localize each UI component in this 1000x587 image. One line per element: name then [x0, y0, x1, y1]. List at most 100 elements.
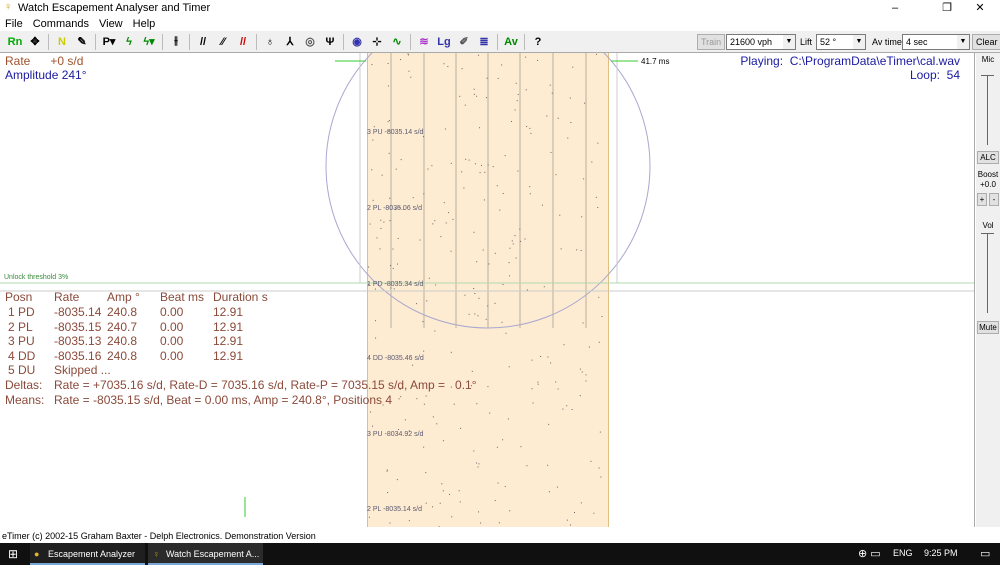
trace-dot	[463, 187, 465, 189]
minimize-button[interactable]: –	[880, 0, 910, 16]
trace-dot	[510, 120, 512, 122]
taskbar-item-etimer[interactable]: ♀ Watch Escapement A...	[148, 543, 263, 565]
trace-dot	[583, 178, 585, 180]
notification-icon[interactable]: ▭	[980, 547, 990, 560]
trace-dot	[398, 398, 400, 400]
trace-dot	[375, 337, 377, 339]
trace-dot	[598, 467, 600, 469]
lift-select[interactable]: 52 ° ▼	[816, 34, 866, 50]
fork-icon[interactable]: Ψ	[321, 33, 339, 51]
trace-dot	[389, 220, 391, 222]
clock[interactable]: 9:25 PM	[924, 548, 958, 558]
filter-icon[interactable]: ϟ	[120, 33, 138, 51]
mic-icon[interactable]: ♁	[261, 33, 279, 51]
table-cell: 240.7	[107, 319, 138, 334]
trace-dot	[376, 237, 378, 239]
clear-button[interactable]: Clear	[972, 34, 1000, 50]
wrench-icon[interactable]: ✎	[73, 33, 91, 51]
trace-dot	[547, 464, 549, 466]
pen-icon[interactable]: ⁄⁄	[214, 33, 232, 51]
graph-icon[interactable]: ≣	[475, 33, 493, 51]
table-cell: -8035.13	[54, 334, 102, 349]
menu-commands[interactable]: Commands	[28, 18, 94, 30]
boost-label: Boost	[977, 170, 999, 179]
boost-minus-button[interactable]: -	[989, 193, 999, 206]
note-icon[interactable]: N	[53, 33, 71, 51]
menu-help[interactable]: Help	[128, 18, 161, 30]
trace-dot	[398, 428, 400, 430]
help-icon[interactable]: ?	[529, 33, 547, 51]
trace-dot	[511, 240, 513, 242]
circle-icon[interactable]: ◉	[348, 33, 366, 51]
chevron-down-icon[interactable]: ▼	[957, 35, 969, 49]
trace-dot	[400, 159, 402, 161]
pattern-icon[interactable]: ≋	[415, 33, 433, 51]
taskbar-item-chrome[interactable]: ● Escapement Analyzer ...	[30, 543, 145, 581]
trace-dot	[579, 368, 581, 370]
trace-dot	[598, 341, 600, 343]
close-button[interactable]: ✕	[965, 0, 995, 16]
trace-dot	[502, 439, 504, 441]
toolbar-separator	[95, 33, 96, 50]
beat-icon[interactable]: ⊹	[368, 33, 386, 51]
trace-dot	[480, 164, 482, 166]
menu-view[interactable]: View	[94, 18, 128, 30]
trace-dot	[476, 95, 478, 97]
trace-dot	[517, 93, 519, 95]
trace-dot	[445, 128, 447, 130]
wave-icon[interactable]: ∿	[388, 33, 406, 51]
move-icon[interactable]: ✥	[26, 33, 44, 51]
trace-dot	[562, 408, 564, 410]
trace-dot	[584, 102, 586, 104]
boost-plus-button[interactable]: +	[977, 193, 987, 206]
trace-dot	[508, 275, 510, 277]
mic-slider-thumb[interactable]	[981, 75, 994, 76]
windows-start-icon[interactable]: ⊞	[8, 547, 18, 561]
mute-button[interactable]: Mute	[977, 321, 999, 334]
trace-dot	[520, 240, 522, 242]
trace-dot	[479, 127, 481, 129]
print-icon[interactable]: P▾	[100, 33, 118, 51]
trace-dot	[508, 262, 510, 264]
target-icon[interactable]: ◎	[301, 33, 319, 51]
vph-select[interactable]: 21600 vph ▼	[726, 34, 796, 50]
rate-readout: Rate +0 s/d	[5, 54, 84, 68]
av-icon[interactable]: Av	[502, 33, 520, 51]
vol-slider-thumb[interactable]	[981, 233, 994, 234]
trace-dot	[551, 92, 553, 94]
avtime-select[interactable]: 4 sec ▼	[902, 34, 970, 50]
trace-dot	[581, 216, 583, 218]
filter2-icon[interactable]: ϟ▾	[140, 33, 158, 51]
slash-icon[interactable]: //	[194, 33, 212, 51]
lift-icon[interactable]: ⅄	[281, 33, 299, 51]
chevron-down-icon[interactable]: ▼	[853, 35, 865, 49]
trace-dot	[569, 97, 571, 99]
log-icon[interactable]: Lg	[435, 33, 453, 51]
trace-dot	[461, 171, 463, 173]
language-indicator[interactable]: ENG	[893, 548, 913, 558]
window-title: Watch Escapement Analyser and Timer	[18, 2, 211, 14]
trace-dot	[368, 516, 370, 518]
trace-dot	[404, 419, 406, 421]
trace-dot	[423, 403, 425, 405]
red-slash-icon[interactable]: //	[234, 33, 252, 51]
menu-file[interactable]: File	[0, 18, 28, 30]
train-button[interactable]: Train	[697, 34, 726, 50]
network-icon[interactable]: ⊕ ▭	[858, 547, 881, 560]
trace-dot	[387, 85, 389, 87]
column-header: Rate	[54, 290, 80, 304]
trace-dot	[525, 56, 527, 58]
vol-slider[interactable]	[987, 233, 988, 313]
chevron-down-icon[interactable]: ▼	[783, 35, 795, 49]
mic-slider[interactable]	[987, 75, 988, 145]
edit-icon[interactable]: ✐	[455, 33, 473, 51]
trace-dot	[512, 243, 514, 245]
split-icon[interactable]: ⫲	[167, 33, 185, 51]
trace-dot	[445, 222, 447, 224]
means-text: Rate = -8035.15 s/d, Beat = 0.00 ms, Amp…	[54, 393, 393, 407]
maximize-button[interactable]: ❐	[932, 0, 962, 16]
run-icon[interactable]: Rn	[6, 33, 24, 51]
trace-dot	[395, 168, 397, 170]
alc-button[interactable]: ALC	[977, 151, 999, 164]
table-cell: 240.8	[107, 348, 138, 363]
